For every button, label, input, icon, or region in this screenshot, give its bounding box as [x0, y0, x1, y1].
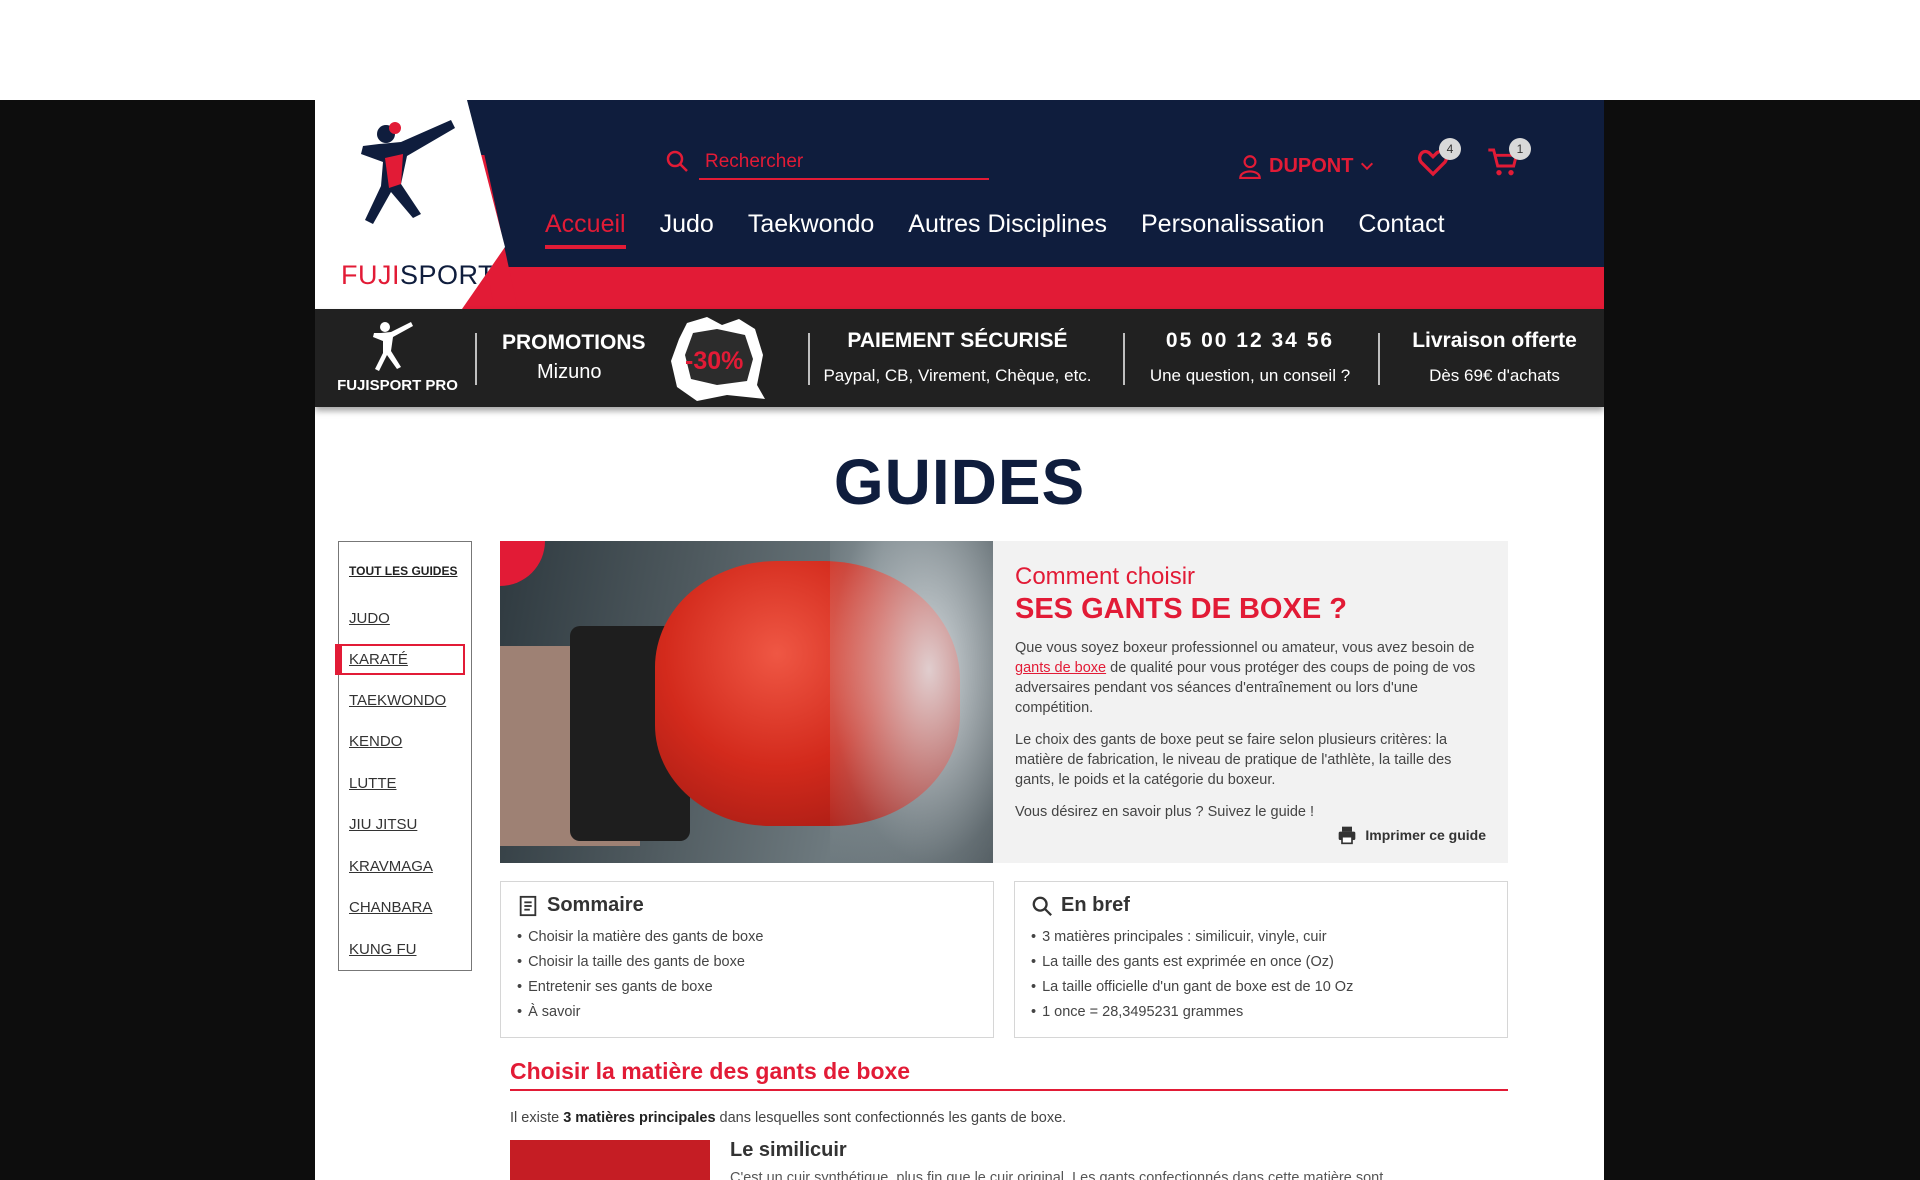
divider: [1378, 333, 1380, 385]
delivery-info: Livraison offerte Dès 69€ d'achats: [1385, 309, 1604, 407]
intro-paragraph-1: Que vous soyez boxeur professionnel ou a…: [1015, 638, 1486, 718]
right-backdrop: [1604, 100, 1920, 1180]
payment-info: PAIEMENT SÉCURISÉ Paypal, CB, Virement, …: [815, 309, 1100, 407]
sidebar-item-kung-fu[interactable]: KUNG FU: [349, 941, 417, 958]
subsection-title: Le similicuir: [730, 1139, 847, 1161]
impact-mist: [830, 541, 993, 863]
section-intro: Il existe 3 matières principales dans le…: [510, 1110, 1066, 1126]
summary-item[interactable]: À savoir: [517, 1000, 977, 1025]
summary-list: Choisir la matière des gants de boxe Cho…: [517, 925, 977, 1025]
sidebar-item-jiu-jitsu[interactable]: JIU JITSU: [349, 816, 417, 833]
search-icon[interactable]: [665, 149, 689, 173]
summary-title: Sommaire: [547, 894, 644, 916]
cart-button[interactable]: 1: [1487, 138, 1531, 186]
summary-item[interactable]: Entretenir ses gants de boxe: [517, 975, 977, 1000]
nav-contact[interactable]: Contact: [1358, 210, 1444, 249]
p1-before: Que vous soyez boxeur professionnel ou a…: [1015, 640, 1475, 656]
top-margin: [0, 0, 1920, 100]
divider: [475, 333, 477, 385]
nav-judo[interactable]: Judo: [660, 210, 714, 249]
leather-sample-image: [510, 1140, 710, 1180]
brief-item: La taille officielle d'un gant de boxe e…: [1031, 975, 1491, 1000]
fighter-pro-icon: [373, 322, 413, 371]
summary-item[interactable]: Choisir la matière des gants de boxe: [517, 925, 977, 950]
main-nav: Accueil Judo Taekwondo Autres Discipline…: [545, 210, 1445, 249]
brand-fuji: FUJI: [341, 260, 400, 290]
wishlist-count-badge: 4: [1439, 138, 1461, 160]
divider: [808, 333, 810, 385]
sidebar-item-chanbara[interactable]: CHANBARA: [349, 899, 432, 916]
section-title: Choisir la matière des gants de boxe: [510, 1058, 1508, 1091]
phone-contact[interactable]: 05 00 12 34 56 Une question, un conseil …: [1130, 309, 1370, 407]
phone-number: 05 00 12 34 56: [1165, 329, 1335, 352]
sidebar-all-guides[interactable]: TOUT LES GUIDES: [349, 564, 457, 578]
fujisport-pro-link[interactable]: FUJISPORT PRO: [315, 309, 480, 407]
brief-box: En bref 3 matières principales : similic…: [1014, 881, 1508, 1038]
phone-sub: Une question, un conseil ?: [1149, 366, 1351, 385]
promo-title: PROMOTIONS: [502, 331, 646, 354]
summary-box: Sommaire Choisir la matière des gants de…: [500, 881, 994, 1038]
guides-sidebar: TOUT LES GUIDES JUDO KARATÉ TAEKWONDO KE…: [335, 541, 472, 971]
brand-wordmark: FUJISPORT: [341, 260, 495, 291]
nav-taekwondo[interactable]: Taekwondo: [748, 210, 874, 249]
print-guide-button[interactable]: Imprimer ce guide: [1337, 825, 1486, 845]
guide-title-line1: Comment choisir: [1015, 563, 1196, 590]
subsection-text: C'est un cuir synthétique, plus fin que …: [730, 1170, 1384, 1180]
sidebar-item-lutte[interactable]: LUTTE: [349, 775, 397, 792]
chevron-down-icon: [1361, 162, 1374, 171]
intro-paragraph-3: Vous désirez en savoir plus ? Suivez le …: [1015, 804, 1315, 820]
sidebar-item-karate[interactable]: KARATÉ: [349, 651, 408, 668]
magnifier-icon: [1032, 896, 1052, 916]
guide-title-line2: SES GANTS DE BOXE ?: [1015, 593, 1347, 625]
brief-title: En bref: [1061, 894, 1130, 916]
wishlist-button[interactable]: 4: [1417, 138, 1461, 186]
user-name: DUPONT: [1269, 154, 1354, 177]
nav-autres-disciplines[interactable]: Autres Disciplines: [908, 210, 1107, 249]
nav-personalisation[interactable]: Personalissation: [1141, 210, 1324, 249]
promo-discount: -30%: [685, 347, 744, 375]
page-title: GUIDES: [833, 446, 1086, 518]
print-label: Imprimer ce guide: [1365, 827, 1486, 843]
info-bar: FUJISPORT PRO PROMOTIONS Mizuno -30% PAI…: [315, 309, 1604, 407]
left-backdrop: [0, 100, 315, 1180]
document-icon: [519, 895, 537, 916]
summary-header: Sommaire: [517, 894, 977, 917]
intro-after: dans lesquelles sont confectionnés les g…: [715, 1110, 1067, 1126]
boxing-gloves-link[interactable]: gants de boxe: [1015, 660, 1106, 676]
intro-paragraph-2: Le choix des gants de boxe peut se faire…: [1015, 732, 1452, 788]
user-menu[interactable]: DUPONT: [1237, 150, 1375, 182]
brief-item: 1 once = 28,3495231 grammes: [1031, 1000, 1491, 1025]
search-bar: [665, 144, 989, 180]
sidebar-item-judo[interactable]: JUDO: [349, 610, 390, 627]
printer-icon: [1339, 826, 1356, 845]
pro-label: FUJISPORT PRO: [337, 377, 458, 394]
payment-methods: Paypal, CB, Virement, Chèque, etc.: [823, 366, 1092, 385]
sidebar-item-kendo[interactable]: KENDO: [349, 733, 402, 750]
cart-count-badge: 1: [1509, 138, 1531, 160]
website: FUJISPORT DUPONT 4 1 Accueil Judo Taekwo…: [315, 100, 1604, 1180]
brief-header: En bref: [1031, 894, 1491, 917]
delivery-title: Livraison offerte: [1412, 329, 1577, 352]
brief-item: La taille des gants est exprimée en once…: [1031, 950, 1491, 975]
boxing-glove-image: [500, 541, 993, 863]
sidebar-item-taekwondo[interactable]: TAEKWONDO: [349, 692, 446, 709]
promo-brand: Mizuno: [537, 361, 602, 383]
nav-accueil[interactable]: Accueil: [545, 210, 626, 249]
sidebar-item-kravmaga[interactable]: KRAVMAGA: [349, 858, 433, 875]
divider: [1123, 333, 1125, 385]
search-input[interactable]: [699, 146, 989, 180]
brief-item: 3 matières principales : similicuir, vin…: [1031, 925, 1491, 950]
fighter-logo-icon: [361, 120, 455, 224]
brief-list: 3 matières principales : similicuir, vin…: [1031, 925, 1491, 1025]
intro-before: Il existe: [510, 1110, 564, 1126]
delivery-sub: Dès 69€ d'achats: [1429, 366, 1560, 385]
guide-intro-panel: Comment choisir SES GANTS DE BOXE ? Que …: [993, 541, 1508, 863]
guide-badge-icon: [500, 541, 545, 586]
user-icon: [1239, 155, 1261, 179]
intro-bold: 3 matières principales: [563, 1110, 716, 1126]
payment-title: PAIEMENT SÉCURISÉ: [847, 329, 1068, 352]
summary-item[interactable]: Choisir la taille des gants de boxe: [517, 950, 977, 975]
